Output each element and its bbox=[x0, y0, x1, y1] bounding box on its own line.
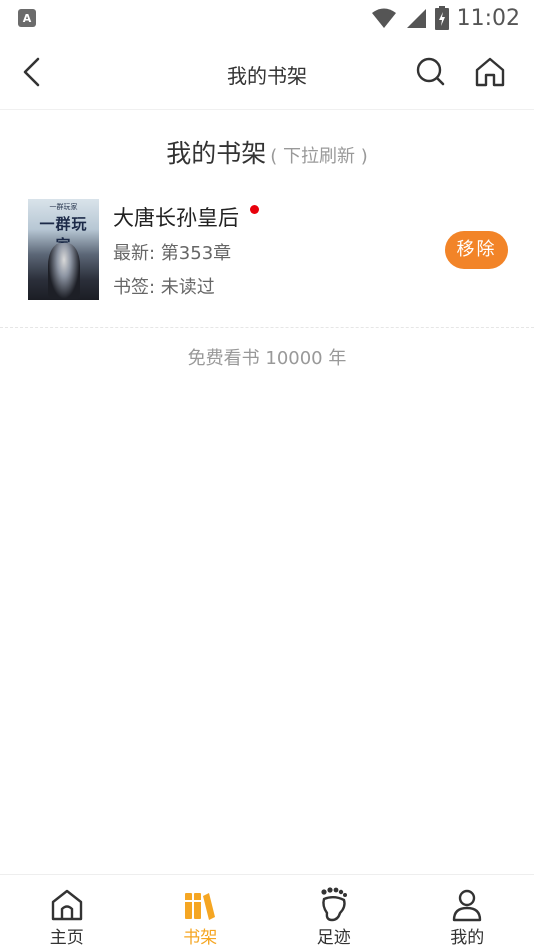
status-icons: 11:02 bbox=[371, 6, 520, 31]
notification-badge-text: A bbox=[22, 11, 32, 25]
top-nav-bar: 我的书架 bbox=[0, 36, 534, 110]
app-screen: A 11:02 我的书架 我的书架 (下拉刷新) 一群玩家 一群玩 大唐长孙… bbox=[0, 0, 534, 950]
wifi-icon bbox=[371, 8, 396, 28]
footprint-icon bbox=[321, 887, 347, 922]
cover-small-text: 一群玩家 bbox=[49, 203, 78, 211]
book-list-item[interactable]: 一群玩家 一群玩家 大唐长孙皇后 最新: 第353章 书签: 未读过 移除 bbox=[0, 190, 534, 328]
person-icon bbox=[453, 889, 482, 922]
shelf-title: 我的书架 bbox=[166, 139, 267, 168]
tab-bookshelf-label: 书架 bbox=[183, 928, 218, 948]
bookmark-status: 书签: 未读过 bbox=[113, 277, 215, 298]
bookshelf-icon bbox=[185, 893, 216, 920]
status-bar: A 11:02 bbox=[0, 0, 534, 36]
shelf-header: 我的书架( 下拉刷新 ) bbox=[0, 134, 534, 170]
footer-note: 免费看书 10000 年 bbox=[187, 348, 347, 369]
remove-button[interactable]: 移除 bbox=[445, 231, 508, 269]
tab-home[interactable]: 主页 bbox=[0, 875, 134, 950]
notification-app-icon: A bbox=[18, 9, 36, 27]
pull-refresh-hint: ( 下拉刷新 ) bbox=[270, 146, 368, 167]
tab-home-label: 主页 bbox=[49, 928, 84, 948]
book-title[interactable]: 大唐长孙皇后 bbox=[113, 202, 239, 232]
home-icon bbox=[51, 889, 82, 921]
book-cover-image[interactable]: 一群玩家 一群玩家 bbox=[28, 199, 99, 300]
tab-footprint-label: 足迹 bbox=[316, 928, 351, 948]
tab-footprint[interactable]: 足迹 bbox=[267, 875, 401, 950]
search-icon[interactable] bbox=[412, 54, 448, 90]
signal-icon bbox=[406, 9, 426, 28]
latest-chapter: 最新: 第353章 bbox=[113, 243, 232, 264]
battery-icon bbox=[434, 6, 449, 30]
cover-illustration bbox=[48, 243, 80, 299]
clock-time: 11:02 bbox=[456, 5, 520, 31]
bottom-tab-bar: 主页 书架 足迹 我的 bbox=[0, 874, 534, 950]
page-title: 我的书架 bbox=[227, 64, 307, 88]
home-icon[interactable] bbox=[472, 54, 508, 90]
tab-mine[interactable]: 我的 bbox=[401, 875, 534, 950]
update-dot-icon bbox=[250, 205, 259, 214]
tab-bookshelf[interactable]: 书架 bbox=[134, 875, 268, 950]
tab-mine-label: 我的 bbox=[450, 928, 485, 948]
